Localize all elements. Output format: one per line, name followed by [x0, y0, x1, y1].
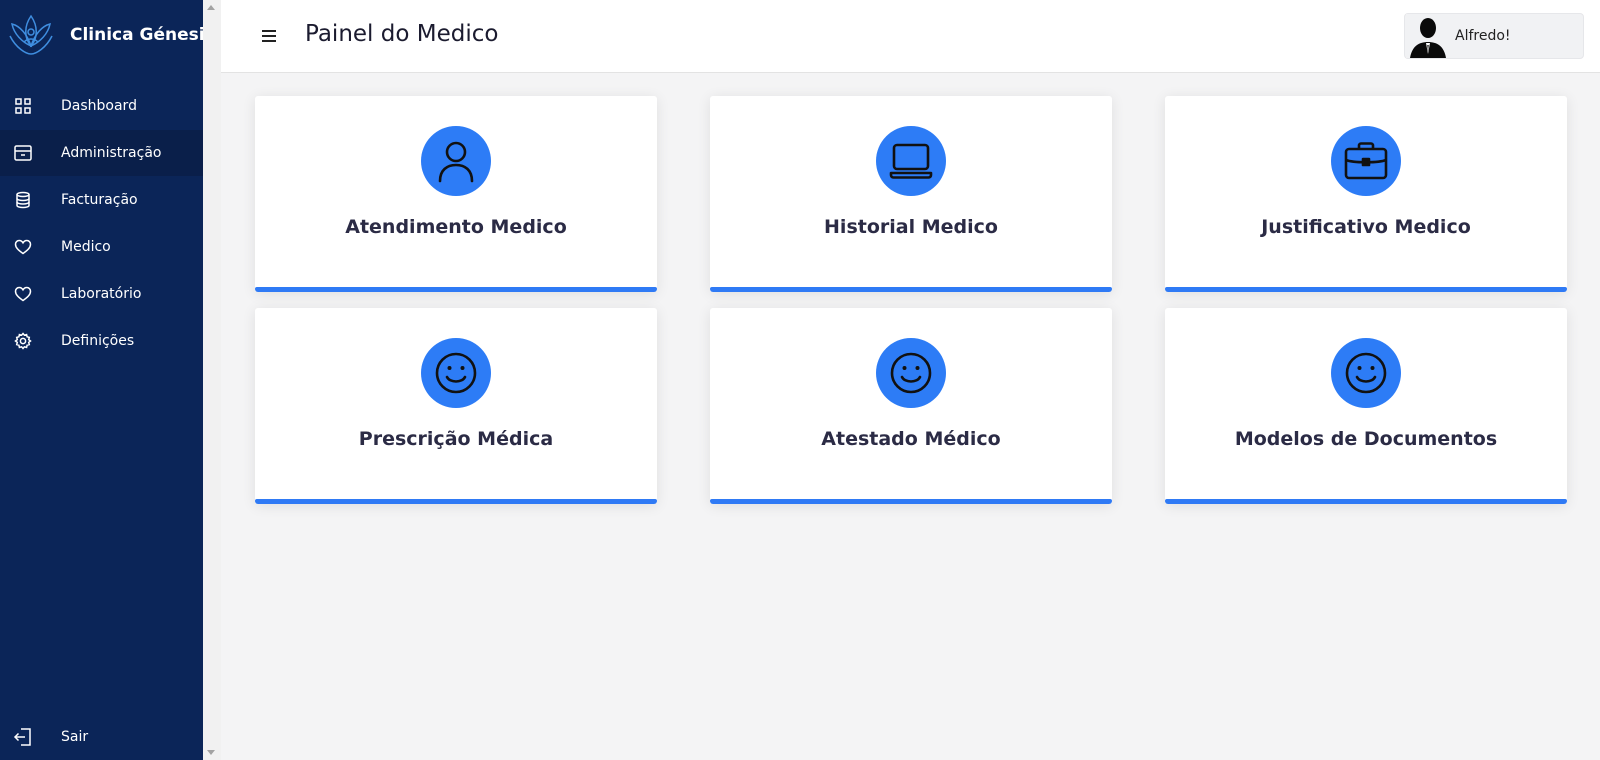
sidebar-item-label: Definições [61, 333, 135, 349]
brand[interactable]: Clinica Génesis [6, 12, 215, 58]
sidebar-item-label: Administração [61, 145, 162, 161]
card-title: Historial Medico [824, 216, 998, 238]
database-icon [13, 190, 33, 210]
archive-box-icon [13, 143, 33, 163]
laptop-icon [876, 126, 946, 196]
logout-button[interactable]: Sair [0, 714, 203, 760]
card-modelos-de-documentos[interactable]: Modelos de Documentos [1165, 308, 1567, 504]
top-header: Painel do Medico Alfredo! [221, 0, 1600, 73]
avatar-silhouette-icon [1406, 14, 1450, 58]
card-accent-bar [710, 287, 1112, 292]
sidebar-scrollbar[interactable] [203, 0, 221, 760]
sidebar-item-dashboard[interactable]: Dashboard [0, 83, 203, 129]
card-accent-bar [1165, 287, 1567, 292]
page-title: Painel do Medico [305, 21, 499, 47]
card-title: Atendimento Medico [345, 216, 567, 238]
person-icon [421, 126, 491, 196]
briefcase-icon [1331, 126, 1401, 196]
brand-name: Clinica Génesis [70, 25, 215, 45]
sidebar-item-medico[interactable]: Medico [0, 224, 203, 270]
sidebar: Clinica Génesis Dashboard Administração [0, 0, 215, 760]
card-accent-bar [255, 499, 657, 504]
sidebar-item-administracao[interactable]: Administração [0, 130, 203, 176]
sidebar-item-label: Dashboard [61, 98, 137, 114]
grid-icon [13, 96, 33, 116]
card-prescricao-medica[interactable]: Prescrição Médica [255, 308, 657, 504]
heart-icon [13, 237, 33, 257]
sidebar-item-laboratorio[interactable]: Laboratório [0, 271, 203, 317]
smiley-icon [1331, 338, 1401, 408]
card-title: Modelos de Documentos [1234, 428, 1498, 450]
sidebar-item-label: Laboratório [61, 286, 142, 302]
sidebar-item-facturacao[interactable]: Facturação [0, 177, 203, 223]
heart-icon [13, 284, 33, 304]
scroll-down-arrow-icon[interactable] [207, 750, 215, 755]
card-atendimento-medico[interactable]: Atendimento Medico [255, 96, 657, 292]
hamburger-menu-icon[interactable] [259, 26, 279, 46]
card-accent-bar [255, 287, 657, 292]
smiley-icon [876, 338, 946, 408]
card-atestado-medico[interactable]: Atestado Médico [710, 308, 1112, 504]
user-name: Alfredo! [1455, 28, 1511, 44]
sidebar-item-label: Medico [61, 239, 111, 255]
sidebar-item-definicoes[interactable]: Definições [0, 318, 203, 364]
gear-icon [13, 331, 33, 351]
sidebar-item-label: Facturação [61, 192, 138, 208]
smiley-icon [421, 338, 491, 408]
card-historial-medico[interactable]: Historial Medico [710, 96, 1112, 292]
scroll-up-arrow-icon[interactable] [207, 5, 215, 10]
logout-icon [13, 727, 33, 747]
card-justificativo-medico[interactable]: Justificativo Medico [1165, 96, 1567, 292]
card-accent-bar [1165, 499, 1567, 504]
card-title: Atestado Médico [821, 428, 1001, 450]
lotus-logo-icon [9, 14, 53, 55]
logout-label: Sair [61, 729, 89, 745]
card-title: Prescrição Médica [358, 428, 554, 450]
card-title: Justificativo Medico [1261, 216, 1471, 238]
card-accent-bar [710, 499, 1112, 504]
user-menu[interactable]: Alfredo! [1404, 13, 1584, 59]
